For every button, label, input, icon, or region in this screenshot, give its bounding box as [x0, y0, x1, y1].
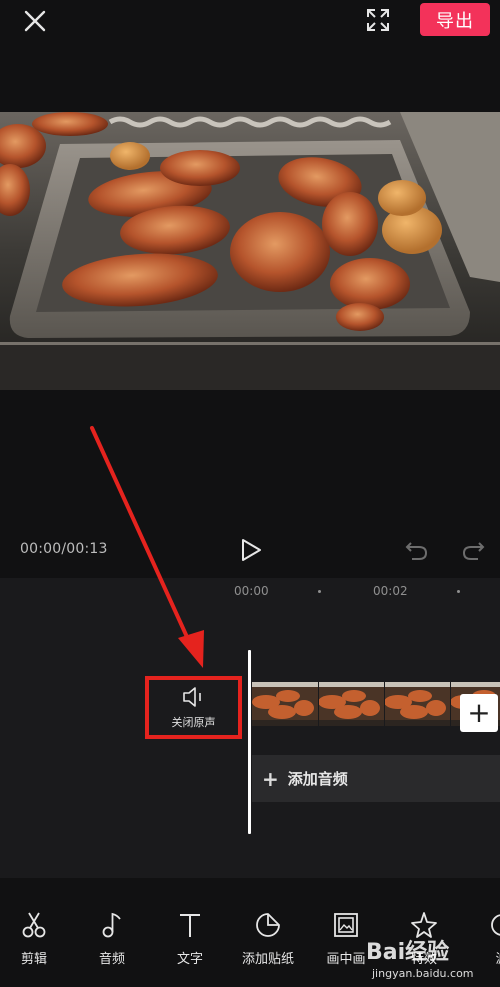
timecode: 00:00/00:13	[20, 541, 108, 557]
undo-icon	[405, 542, 428, 560]
tool-audio[interactable]: 音频	[80, 910, 144, 967]
preview-image	[0, 112, 500, 390]
close-icon	[24, 10, 46, 32]
timeline[interactable]: 00:00 00:02 关闭原声 + + 添加音频	[0, 578, 500, 878]
video-preview[interactable]	[0, 112, 500, 390]
text-icon	[180, 914, 200, 937]
tool-text[interactable]: 文字	[158, 910, 222, 967]
sticker-icon	[256, 913, 280, 937]
ruler-time-label: 00:02	[373, 584, 408, 598]
watermark: Bai经验 jingyan.baidu.com	[366, 934, 500, 984]
undo-button[interactable]	[404, 538, 430, 562]
tool-label: 画中画	[326, 952, 366, 967]
watermark-url: jingyan.baidu.com	[372, 967, 474, 980]
speaker-icon	[182, 686, 201, 707]
export-button[interactable]: 导出	[420, 3, 490, 36]
tool-sticker[interactable]: 添加贴纸	[236, 910, 300, 967]
top-bar: 导出	[0, 0, 500, 40]
playhead[interactable]	[248, 650, 251, 834]
redo-button[interactable]	[460, 538, 486, 562]
tool-label: 剪辑	[20, 952, 47, 967]
mute-label: 关闭原声	[171, 715, 216, 729]
redo-icon	[462, 542, 485, 560]
close-button[interactable]	[22, 8, 48, 34]
add-audio-track[interactable]: + 添加音频	[252, 755, 500, 802]
watermark-brand: Bai经验	[366, 940, 450, 965]
ruler-tick	[318, 590, 321, 593]
plus-icon: +	[262, 766, 279, 791]
ruler-tick	[457, 590, 460, 593]
tool-edit[interactable]: 剪辑	[2, 910, 66, 967]
add-audio-label: 添加音频	[287, 770, 348, 788]
music-note-icon	[102, 912, 121, 938]
play-icon	[242, 539, 261, 561]
tool-label: 添加贴纸	[241, 952, 294, 967]
tool-label: 音频	[98, 952, 125, 967]
add-clip-button[interactable]: +	[460, 694, 498, 732]
play-button[interactable]	[238, 537, 264, 563]
tool-label: 文字	[176, 952, 203, 967]
scissors-icon	[22, 912, 46, 938]
ruler-time-label: 00:00	[234, 584, 269, 598]
mute-original-sound-button[interactable]: 关闭原声	[145, 676, 242, 739]
picture-in-picture-icon	[334, 913, 358, 937]
fullscreen-button[interactable]	[365, 7, 391, 33]
fullscreen-icon	[367, 9, 389, 31]
